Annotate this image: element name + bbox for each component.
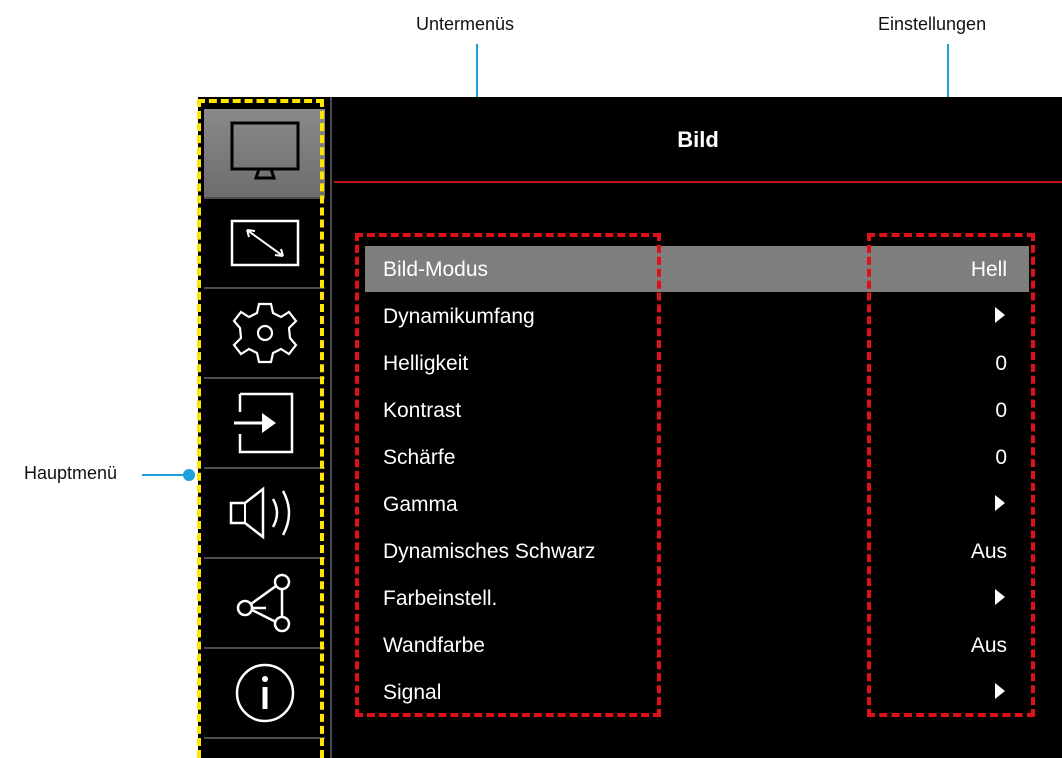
settings-callout-label: Einstellungen: [878, 14, 987, 34]
osd-menu: Bild Bild-Modus Hell Dynamikumfang Helli…: [198, 97, 1062, 758]
submenus-highlight-box: [355, 233, 661, 717]
submenus-callout-label: Untermenüs: [416, 14, 515, 34]
page-title: Bild: [677, 127, 719, 152]
mainmenu-callout-label: Hauptmenü: [24, 463, 118, 483]
header-divider: [334, 181, 1062, 183]
mainmenu-callout-dot: [183, 469, 195, 481]
settings-highlight-box: [867, 233, 1035, 717]
mainmenu-highlight-box: [197, 99, 324, 758]
